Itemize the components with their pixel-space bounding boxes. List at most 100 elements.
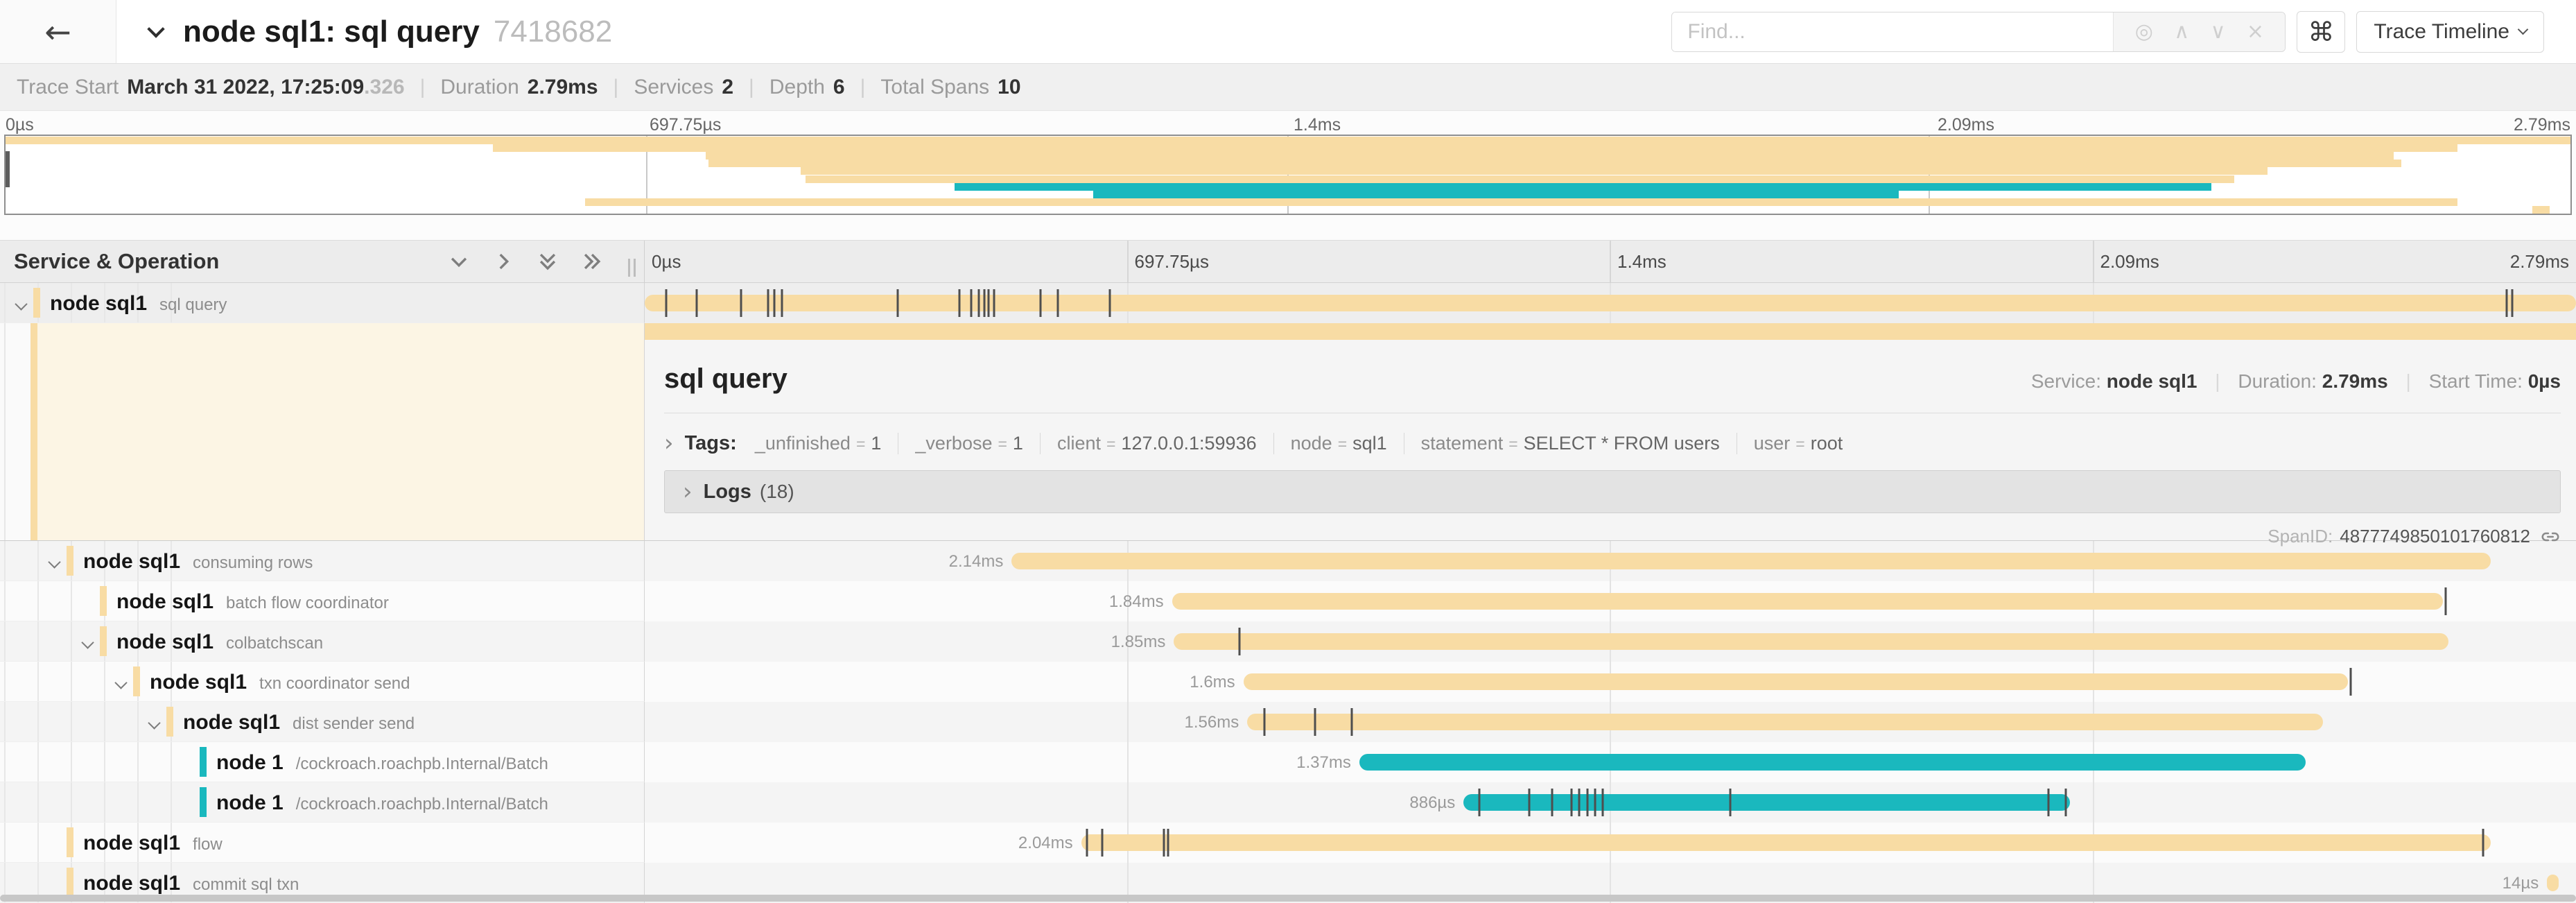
selected-span-bar[interactable] [645,323,2576,340]
span-duration-label: 2.14ms [949,553,1004,570]
span-row[interactable]: node sql1consuming rows 2.14ms [0,541,2576,581]
span-duration-bar[interactable] [1359,754,2306,771]
horizontal-scrollbar[interactable] [0,895,2576,902]
span-duration-bar[interactable] [1011,553,2491,569]
span-duration-bar[interactable] [1247,714,2323,730]
indent-guide [137,742,139,782]
collapse-one-icon[interactable] [447,250,471,273]
tag-key: statement [1421,433,1504,454]
tag-chip: statement=SELECT * FROM users [1404,433,1720,454]
span-name-cell[interactable]: node sql1batch flow coordinator [0,581,645,621]
span-row[interactable]: node sql1sql query [0,283,2576,323]
minimap-drag-handle[interactable] [6,151,10,187]
expand-collapse-chevron-icon[interactable] [48,556,60,568]
expand-collapse-chevron-icon[interactable] [15,298,27,310]
operation-name: /cockroach.roachpb.Internal/Batch [296,755,548,773]
span-duration-bar[interactable] [1174,633,2448,650]
next-result-icon[interactable]: ∨ [2211,22,2226,42]
expand-all-icon[interactable] [580,250,604,273]
span-name-cell[interactable]: node sql1dist sender send [0,702,645,742]
keyboard-shortcuts-button[interactable]: ⌘ [2297,11,2345,53]
span-row[interactable]: node 1/cockroach.roachpb.Internal/Batch8… [0,782,2576,823]
minimap-canvas[interactable] [4,135,2572,215]
timeline-gridline [1127,742,1129,782]
span-duration-bar[interactable] [645,295,2576,311]
span-bar-cell: 2.14ms [645,541,2576,581]
log-marker-tick [1478,789,1480,816]
tag-key: _verbose [915,433,992,454]
span-duration-bar[interactable] [1244,673,2349,690]
logs-section-toggle[interactable]: › Logs (18) [664,470,2561,513]
expand-one-icon[interactable] [491,250,515,273]
selected-span-tint [31,323,644,540]
span-name-cell[interactable]: node sql1sql query [0,283,645,323]
clear-search-icon[interactable]: × [2247,22,2264,42]
tag-value: root [1811,433,1843,454]
indent-guide [4,581,6,621]
indent-guide [37,541,39,580]
column-resize-grip[interactable] [625,259,636,277]
span-duration-bar[interactable] [1463,794,2070,811]
view-selector-dropdown[interactable]: Trace Timeline [2356,11,2544,53]
span-duration-label: 1.56ms [1185,714,1239,731]
header-actions: ◎ ∧ ∨ × ⌘ Trace Timeline [1671,11,2544,53]
collapse-trace-chevron-icon[interactable] [147,20,164,37]
span-name-cell[interactable]: node 1/cockroach.roachpb.Internal/Batch [0,742,645,782]
span-name-cell[interactable]: node sql1txn coordinator send [0,662,645,702]
indent-guide [71,782,72,822]
tag-equals: = [856,435,865,453]
stat-label: Total Spans [880,76,989,99]
log-marker-tick [1314,708,1316,736]
operation-name: sql query [159,295,227,314]
span-name-cell[interactable]: node sql1consuming rows [0,541,645,581]
span-bar-cell: 1.37ms [645,742,2576,782]
span-name-cell[interactable]: node sql1colbatchscan [0,621,645,662]
log-marker-tick [2048,789,2050,816]
operation-name: batch flow coordinator [226,594,389,612]
indent-guide [4,323,6,540]
tags-section-toggle[interactable]: › Tags: _unfinished=1_verbose=1client=12… [664,431,2561,455]
meta-separator: | [2215,370,2220,392]
collapse-all-icon[interactable] [536,250,559,273]
back-button[interactable]: ← [0,0,116,63]
span-duration-bar[interactable] [2547,875,2559,891]
indent-guide [37,742,39,782]
span-row[interactable]: node sql1dist sender send 1.56ms [0,702,2576,742]
span-duration-bar[interactable] [1172,593,2443,610]
log-marker-tick [896,289,898,317]
service-name: node sql1batch flow coordinator [116,590,389,614]
prev-result-icon[interactable]: ∧ [2174,22,2189,42]
span-bar-cell: 2.04ms [645,823,2576,863]
target-icon[interactable]: ◎ [2135,22,2153,42]
operation-name: colbatchscan [226,634,323,653]
indent-guide [37,621,39,661]
span-duration-label: 2.04ms [1018,835,1073,852]
log-marker-tick [1163,829,1165,857]
span-row[interactable]: node sql1colbatchscan1.85ms [0,621,2576,662]
operation-name: txn coordinator send [259,674,410,693]
log-marker-tick [2350,668,2352,696]
log-marker-tick [1729,789,1731,816]
log-marker-tick [2482,829,2484,857]
span-name-cell[interactable]: node sql1flow [0,823,645,863]
span-row[interactable]: node sql1flow 2.04ms [0,823,2576,863]
log-marker-tick [1601,789,1603,816]
span-row[interactable]: node sql1batch flow coordinator1.84ms [0,581,2576,621]
span-row[interactable]: node sql1txn coordinator send1.6ms [0,662,2576,702]
span-duration-bar[interactable] [1081,834,2491,851]
expand-collapse-chevron-icon[interactable] [114,676,127,689]
service-name: node sql1commit sql txn [83,872,299,895]
indent-guide [71,702,72,741]
span-name-cell[interactable]: node 1/cockroach.roachpb.Internal/Batch [0,782,645,823]
expand-collapse-chevron-icon[interactable] [148,716,160,729]
tree-expand-controls [426,250,604,273]
stat-value: 2.79ms [528,76,598,99]
find-input[interactable] [1672,12,2113,51]
minimap-span-bar [585,198,2457,206]
log-marker-tick [1594,789,1596,816]
expand-collapse-chevron-icon[interactable] [81,636,94,648]
indent-guide [171,742,172,782]
minimap-span-bar [1093,191,1899,198]
trace-title: node sql1: sql query [183,15,480,49]
span-row[interactable]: node 1/cockroach.roachpb.Internal/Batch1… [0,742,2576,782]
